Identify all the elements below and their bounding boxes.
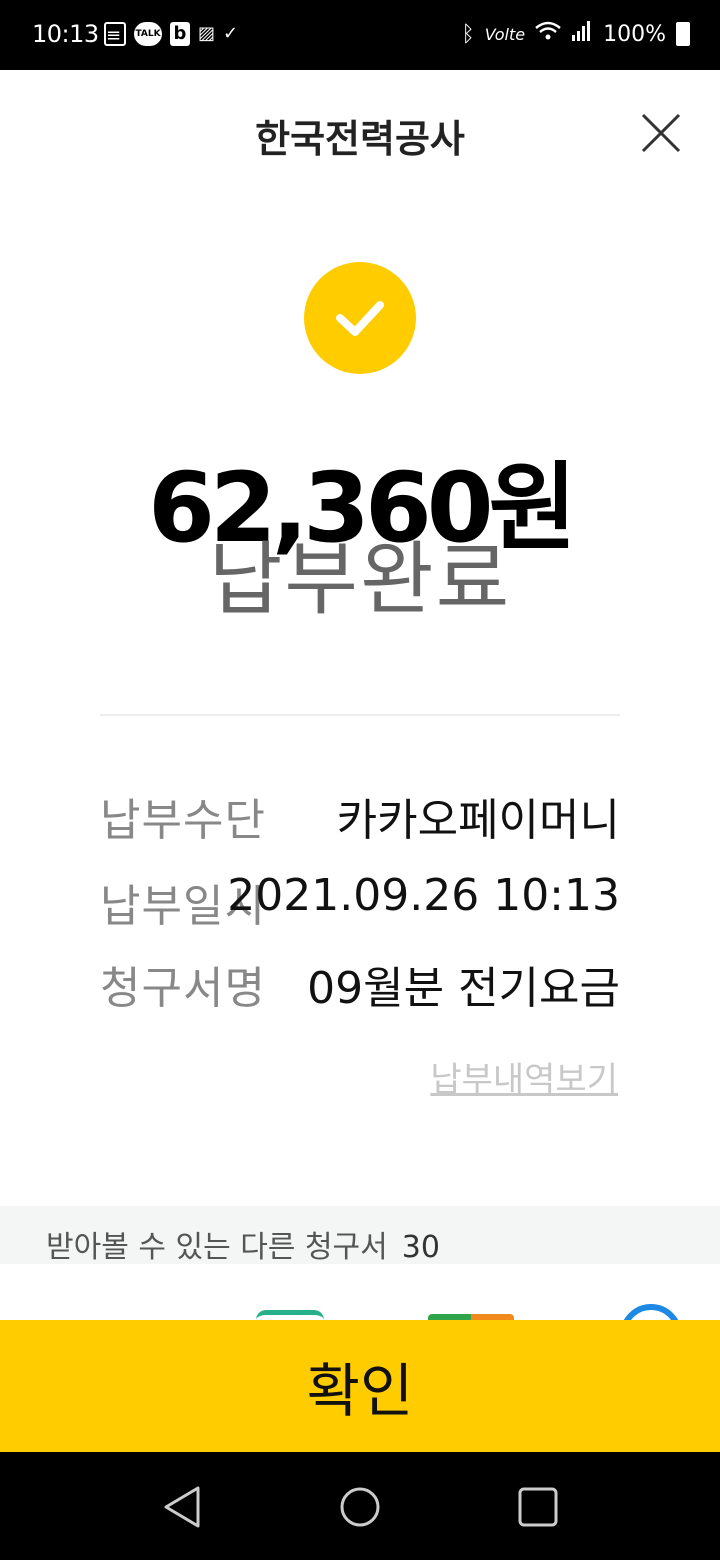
biller-logo-list[interactable]	[0, 1264, 720, 1320]
home-icon	[340, 1487, 380, 1527]
page-title: 한국전력공사	[255, 117, 465, 161]
battery-icon	[676, 22, 690, 46]
status-time: 10:13	[32, 20, 99, 48]
payment-status: 납부완료	[208, 533, 512, 626]
payment-history-link[interactable]: 납부내역보기	[430, 1052, 618, 1101]
wifi-icon	[535, 20, 561, 48]
detail-value: 2021.09.26 10:13	[227, 870, 620, 921]
success-check-icon	[304, 262, 416, 374]
kakaotalk-icon: TALK	[134, 22, 162, 46]
recents-button[interactable]	[513, 1482, 563, 1532]
recents-icon	[518, 1487, 558, 1527]
biller-logo-icon[interactable]	[620, 1304, 682, 1320]
volte-label: Volte	[484, 24, 526, 44]
confirm-button[interactable]: 확인	[0, 1320, 720, 1452]
image-icon: ▨	[198, 23, 216, 44]
detail-value: 카카오페이머니	[336, 795, 620, 846]
notification-icons: ≡ TALK b ▨ ✓	[104, 22, 238, 46]
close-icon	[641, 113, 681, 153]
detail-label: 청구서명	[100, 963, 266, 1014]
other-bills-label: 받아볼 수 있는 다른 청구서	[46, 1230, 388, 1265]
other-bills-header: 받아볼 수 있는 다른 청구서 30	[46, 1222, 440, 1266]
status-bar: 10:13 ≡ TALK b ▨ ✓ ᛒ Volte 100%	[0, 0, 720, 70]
check-icon: ✓	[223, 23, 239, 44]
detail-label: 납부수단	[100, 795, 266, 846]
home-button[interactable]	[335, 1482, 385, 1532]
biller-logo-icon[interactable]	[256, 1310, 324, 1320]
back-button[interactable]	[158, 1482, 208, 1532]
other-bills-count: 30	[401, 1230, 440, 1265]
status-indicators: ᛒ Volte 100%	[462, 20, 690, 48]
detail-row-datetime: 납부일시 2021.09.26 10:13	[100, 870, 620, 932]
message-icon: ≡	[104, 22, 126, 46]
b-app-icon: b	[170, 22, 190, 46]
detail-row-method: 납부수단 카카오페이머니	[100, 784, 620, 846]
detail-value: 09월분 전기요금	[307, 963, 620, 1014]
detail-row-bill-name: 청구서명 09월분 전기요금	[100, 952, 620, 1014]
navigation-bar	[0, 1452, 720, 1560]
divider	[100, 714, 620, 716]
close-button[interactable]	[640, 112, 682, 154]
battery-percent: 100%	[603, 21, 666, 47]
back-icon	[164, 1486, 200, 1528]
other-bills-section: 받아볼 수 있는 다른 청구서 30	[0, 1206, 720, 1266]
signal-icon	[571, 20, 593, 48]
bluetooth-icon: ᛒ	[461, 21, 475, 47]
